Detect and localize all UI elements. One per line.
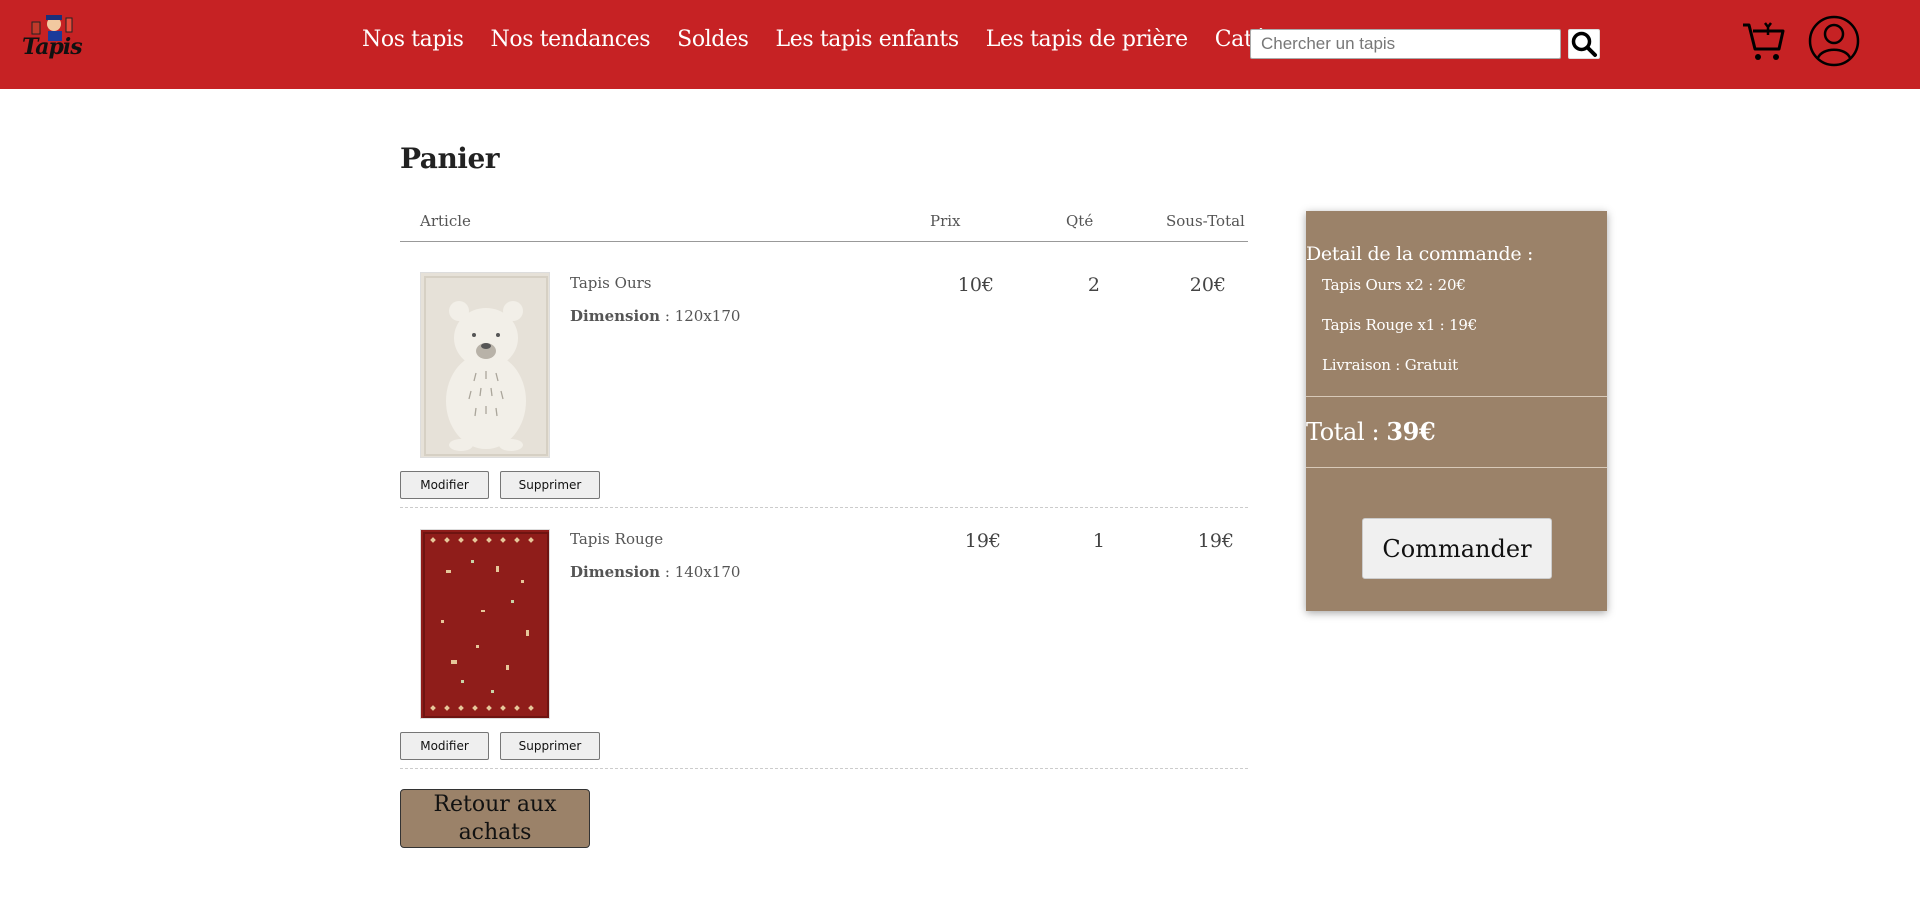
nav-nos-tapis[interactable]: Nos tapis <box>362 25 464 55</box>
item-dimension: Dimension : 120x170 <box>570 307 741 325</box>
page-title: Panier <box>400 142 500 175</box>
item-qty: 1 <box>1092 530 1105 552</box>
column-article: Article <box>420 212 471 230</box>
nav-tapis-priere[interactable]: Les tapis de prière <box>986 25 1188 55</box>
back-to-shopping-button[interactable]: Retour aux achats <box>400 789 590 848</box>
cart-button[interactable] <box>1741 19 1787 63</box>
table-header: Article Prix Qté Sous-Total <box>400 209 1248 242</box>
nav-tapis-enfants[interactable]: Les tapis enfants <box>776 25 960 55</box>
item-subtotal: 20€ <box>1189 274 1226 296</box>
red-rug-image <box>421 530 549 718</box>
item-name: Tapis Ours <box>570 274 652 292</box>
delete-button[interactable]: Supprimer <box>500 732 600 760</box>
total-value: 39€ <box>1386 417 1436 446</box>
nav-nos-tendances[interactable]: Nos tendances <box>491 25 651 55</box>
cart-icon <box>1743 22 1785 60</box>
search-button[interactable] <box>1568 29 1600 59</box>
item-name: Tapis Rouge <box>570 530 664 548</box>
modify-button[interactable]: Modifier <box>400 732 489 760</box>
modify-button[interactable]: Modifier <box>400 471 489 499</box>
site-logo[interactable]: Tapis <box>18 12 83 68</box>
product-image-bear-rug <box>420 272 550 458</box>
delete-button[interactable]: Supprimer <box>500 471 600 499</box>
order-button[interactable]: Commander <box>1362 518 1552 579</box>
top-navigation-bar: Tapis Nos tapis Nos tendances Soldes Les… <box>0 0 1920 89</box>
item-subtotal: 19€ <box>1197 530 1234 552</box>
summary-line: Tapis Ours x2 : 20€ <box>1322 276 1466 294</box>
item-price: 10€ <box>957 274 994 296</box>
column-subtotal: Sous-Total <box>1166 212 1245 230</box>
summary-line: Tapis Rouge x1 : 19€ <box>1322 316 1478 334</box>
bear-rug-image <box>421 273 549 457</box>
search-input[interactable] <box>1250 29 1561 59</box>
summary-heading: Detail de la commande : <box>1306 243 1534 265</box>
column-qty: Qté <box>1066 212 1094 230</box>
summary-line-delivery: Livraison : Gratuit <box>1322 356 1458 374</box>
user-icon <box>1808 15 1860 67</box>
item-price: 19€ <box>964 530 1001 552</box>
cart-row: Tapis Rouge Dimension : 140x170 19€ 1 19… <box>400 508 1248 769</box>
order-summary-panel: Detail de la commande : Tapis Ours x2 : … <box>1306 211 1607 611</box>
item-dimension: Dimension : 140x170 <box>570 563 741 581</box>
nav-soldes[interactable]: Soldes <box>677 25 749 55</box>
cart-row: Tapis Ours Dimension : 120x170 10€ 2 20€… <box>400 242 1248 508</box>
column-price: Prix <box>930 212 961 230</box>
logo-text: Tapis <box>22 34 83 60</box>
summary-divider <box>1306 396 1607 397</box>
search-icon <box>1571 31 1597 57</box>
product-image-red-rug <box>420 529 550 719</box>
summary-divider <box>1306 467 1607 468</box>
summary-total: Total : 39€ <box>1306 417 1436 446</box>
cart-table: Article Prix Qté Sous-Total Tapis Ours D… <box>400 209 1248 769</box>
main-nav: Nos tapis Nos tendances Soldes Les tapis… <box>362 25 1321 55</box>
account-button[interactable] <box>1808 15 1860 67</box>
item-qty: 2 <box>1087 274 1100 296</box>
